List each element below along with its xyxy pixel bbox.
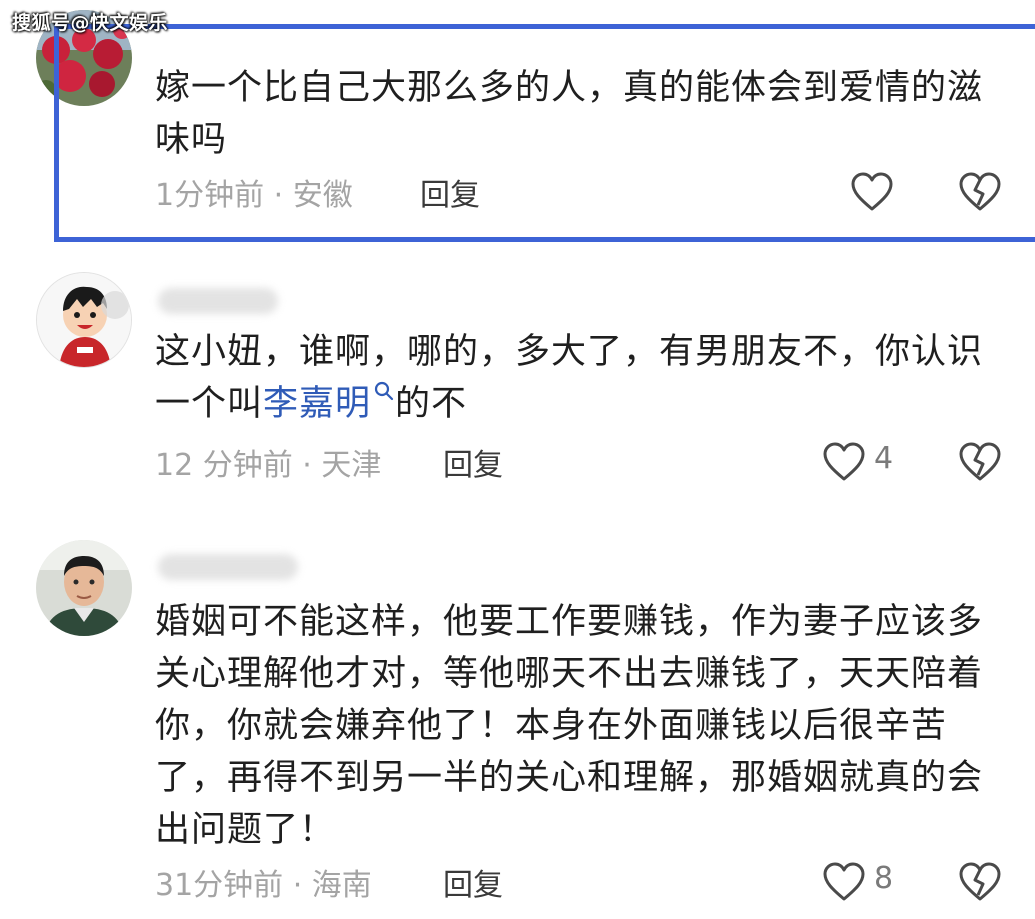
meta-separator: · <box>283 868 312 903</box>
meta-separator: · <box>264 178 293 213</box>
comment-time: 31分钟前 <box>155 868 284 903</box>
like-count: 8 <box>874 861 894 896</box>
broken-heart-icon[interactable] <box>958 442 1002 482</box>
comment-location: 安徽 <box>292 178 353 213</box>
comment-text: 婚姻可不能这样，他要工作要赚钱，作为妻子应该多关心理解他才对，等他哪天不出去赚钱… <box>155 602 984 850</box>
comment-text-after: 的不 <box>395 384 468 424</box>
avatar-photo-image <box>36 540 132 636</box>
comment-meta: 1分钟前 · 安徽 <box>155 170 353 214</box>
search-icon[interactable] <box>373 380 395 402</box>
meta-separator: · <box>292 448 322 483</box>
comment-time: 12 分钟前 <box>155 448 293 483</box>
reply-button[interactable]: 回复 <box>443 440 503 484</box>
comment-meta: 12 分钟前 · 天津 <box>155 440 381 484</box>
broken-heart-icon[interactable] <box>958 862 1002 902</box>
heart-outline-icon[interactable] <box>822 862 866 902</box>
like-count: 4 <box>874 441 894 476</box>
reply-button[interactable]: 回复 <box>443 860 503 904</box>
comment-text: 嫁一个比自己大那么多的人，真的能体会到爱情的滋味吗 <box>155 68 984 160</box>
comment-time: 1分钟前 <box>155 178 265 213</box>
search-keyword-link[interactable]: 李嘉明 <box>263 384 371 424</box>
heart-outline-icon[interactable] <box>850 172 894 212</box>
username-blurred[interactable] <box>158 288 278 314</box>
avatar[interactable] <box>36 272 132 368</box>
reply-button[interactable]: 回复 <box>420 170 480 214</box>
comment-text: 这小妞，谁啊，哪的，多大了，有男朋友不，你认识一个叫李嘉明 的不 <box>155 326 995 430</box>
username-blurred[interactable] <box>158 554 298 580</box>
broken-heart-icon[interactable] <box>958 172 1002 212</box>
heart-outline-icon[interactable] <box>822 442 866 482</box>
avatar-cartoon-image <box>37 273 131 367</box>
comment-location: 天津 <box>321 448 382 483</box>
comment-location: 海南 <box>311 868 372 903</box>
avatar[interactable] <box>36 540 132 636</box>
watermark: 搜狐号@快文娱乐 <box>12 12 169 34</box>
comment-meta: 31分钟前 · 海南 <box>155 860 372 904</box>
